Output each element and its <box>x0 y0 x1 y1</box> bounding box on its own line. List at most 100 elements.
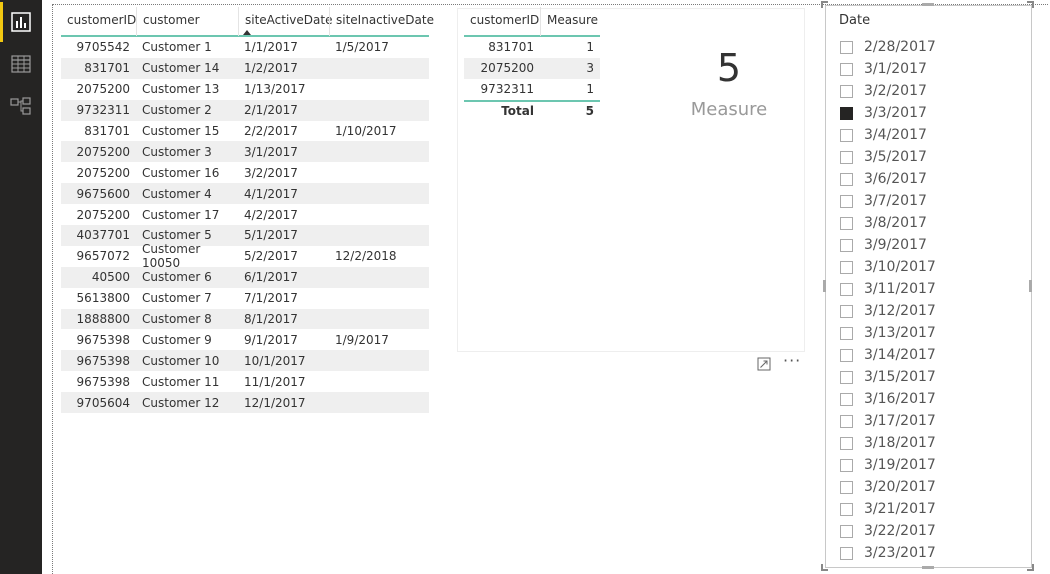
cell-customer: Customer 7 <box>142 291 212 306</box>
slicer-item[interactable]: 3/12/2017 <box>826 300 1031 322</box>
checkbox-icon[interactable] <box>840 546 853 560</box>
slicer-item[interactable]: 3/21/2017 <box>826 498 1031 520</box>
slicer-item[interactable]: 3/22/2017 <box>826 520 1031 542</box>
column-header-siteactivedate[interactable]: siteActiveDate <box>238 7 332 36</box>
slicer-item[interactable]: 3/1/2017 <box>826 58 1031 80</box>
relationships-view-button[interactable] <box>0 86 42 126</box>
checkbox-icon[interactable] <box>840 458 853 472</box>
slicer-item[interactable]: 3/10/2017 <box>826 256 1031 278</box>
resize-handle-top[interactable] <box>922 3 934 6</box>
slicer-item[interactable]: 3/17/2017 <box>826 410 1031 432</box>
total-value: 5 <box>585 104 594 119</box>
resize-handle-bottom-right[interactable] <box>1027 564 1034 571</box>
checkbox-icon[interactable] <box>840 502 853 516</box>
slicer-item[interactable]: 3/6/2017 <box>826 168 1031 190</box>
cell-customer: Customer 13 <box>142 82 220 97</box>
checkbox-icon[interactable] <box>840 480 853 494</box>
checkbox-icon[interactable] <box>840 172 853 186</box>
data-view-button[interactable] <box>0 44 42 84</box>
more-options-icon[interactable]: ··· <box>783 353 801 372</box>
table-row[interactable]: 831701 Customer 14 1/2/2017 <box>61 57 429 79</box>
checkbox-icon[interactable] <box>840 524 853 538</box>
table-row[interactable]: 9675600 Customer 4 4/1/2017 <box>61 183 429 205</box>
cell-customerid: 831701 <box>84 61 130 76</box>
report-view-button[interactable] <box>0 2 42 42</box>
table-row[interactable]: 2075200 3 <box>464 57 600 79</box>
table-row[interactable]: 2075200 Customer 3 3/1/2017 <box>61 141 429 163</box>
column-header-measure[interactable]: Measure <box>540 7 600 36</box>
table-row[interactable]: 40500 Customer 6 6/1/2017 <box>61 266 429 288</box>
checkbox-icon[interactable] <box>840 326 853 340</box>
table-row[interactable]: 9675398 Customer 10 10/1/2017 <box>61 350 429 372</box>
slicer-item[interactable]: 3/11/2017 <box>826 278 1031 300</box>
checkbox-icon[interactable] <box>840 84 853 98</box>
checkbox-icon[interactable] <box>840 414 853 428</box>
slicer-item[interactable]: 3/14/2017 <box>826 344 1031 366</box>
column-header-customerid-2[interactable]: customerID <box>464 7 540 36</box>
measure-table[interactable]: customerID Measure 831701 1 2075200 3 973231… <box>464 7 600 121</box>
checkbox-icon[interactable] <box>840 194 853 208</box>
checkbox-icon[interactable] <box>840 150 853 164</box>
table-row[interactable]: 9657072 Customer 10050 5/2/2017 12/2/2018 <box>61 242 429 270</box>
column-header-customerid[interactable]: customerID <box>61 7 136 36</box>
focus-mode-icon[interactable] <box>757 357 771 371</box>
table-row[interactable]: 2075200 Customer 17 4/2/2017 <box>61 204 429 225</box>
slicer-item[interactable]: 3/16/2017 <box>826 388 1031 410</box>
resize-handle-right[interactable] <box>1029 280 1032 292</box>
table-row[interactable]: 9705542 Customer 1 1/1/2017 1/5/2017 <box>61 37 429 58</box>
checkbox-icon[interactable] <box>840 436 853 450</box>
slicer-item[interactable]: 3/20/2017 <box>826 476 1031 498</box>
slicer-item-label: 3/11/2017 <box>864 281 936 297</box>
slicer-item[interactable]: 3/13/2017 <box>826 322 1031 344</box>
slicer-item[interactable]: 3/9/2017 <box>826 234 1031 256</box>
table-row[interactable]: 9705604 Customer 12 12/1/2017 <box>61 392 429 414</box>
slicer-item[interactable]: 3/23/2017 <box>826 542 1031 564</box>
checkbox-icon[interactable] <box>840 62 853 76</box>
checkbox-icon[interactable] <box>840 238 853 252</box>
table-row[interactable]: 9675398 Customer 11 11/1/2017 <box>61 371 429 392</box>
table-row[interactable]: 5613800 Customer 7 7/1/2017 <box>61 288 429 309</box>
column-header-customer[interactable]: customer <box>136 7 238 36</box>
checkbox-icon[interactable] <box>840 370 853 384</box>
slicer-item[interactable]: 3/2/2017 <box>826 80 1031 102</box>
resize-handle-bottom-left[interactable] <box>821 564 828 571</box>
checkbox-icon[interactable] <box>840 348 853 362</box>
slicer-item[interactable]: 3/4/2017 <box>826 124 1031 146</box>
table-row[interactable]: 9675398 Customer 9 9/1/2017 1/9/2017 <box>61 329 429 350</box>
checkbox-icon[interactable] <box>840 304 853 318</box>
checkbox-icon[interactable] <box>840 216 853 230</box>
slicer-item[interactable]: 3/5/2017 <box>826 146 1031 168</box>
slicer-item[interactable]: 3/8/2017 <box>826 212 1031 234</box>
slicer-item[interactable]: 3/19/2017 <box>826 454 1031 476</box>
table-row[interactable]: 2075200 Customer 13 1/13/2017 <box>61 79 429 100</box>
checkbox-icon[interactable] <box>840 128 853 142</box>
table-row[interactable]: 831701 1 <box>464 37 600 58</box>
resize-handle-bottom[interactable] <box>922 566 934 569</box>
slicer-item[interactable]: 3/7/2017 <box>826 190 1031 212</box>
cell-customerid: 9732311 <box>480 82 534 97</box>
date-slicer[interactable]: Date 2/28/2017 3/1/2017 3/2/2017 3/3/2017 3/… <box>825 5 1032 568</box>
slicer-item[interactable]: 3/15/2017 <box>826 366 1031 388</box>
table-row[interactable]: 9732311 1 <box>464 79 600 100</box>
checkbox-checked-icon[interactable] <box>840 106 853 120</box>
column-header-siteinactivedate[interactable]: siteInactiveDate <box>329 7 434 36</box>
table-row[interactable]: 9732311 Customer 2 2/1/2017 <box>61 99 429 121</box>
slicer-item[interactable]: 2/28/2017 <box>826 36 1031 58</box>
customer-table[interactable]: customerID customer siteActiveDate siteI… <box>61 7 434 414</box>
cell-customer: Customer 5 <box>142 228 212 243</box>
table-row[interactable]: 2075200 Customer 16 3/2/2017 <box>61 162 429 183</box>
slicer-item-label: 3/14/2017 <box>864 347 936 363</box>
checkbox-icon[interactable] <box>840 40 853 54</box>
table-row[interactable]: 4037701 Customer 5 5/1/2017 <box>61 225 429 246</box>
slicer-item[interactable]: 3/3/2017 <box>826 102 1031 124</box>
slicer-item-label: 3/3/2017 <box>864 105 927 121</box>
checkbox-icon[interactable] <box>840 282 853 296</box>
checkbox-icon[interactable] <box>840 392 853 406</box>
resize-handle-top-left[interactable] <box>821 1 828 8</box>
table-row[interactable]: 831701 Customer 15 2/2/2017 1/10/2017 <box>61 121 429 142</box>
resize-handle-left[interactable] <box>823 280 826 292</box>
table-row[interactable]: 1888800 Customer 8 8/1/2017 <box>61 308 429 330</box>
slicer-item[interactable]: 3/18/2017 <box>826 432 1031 454</box>
checkbox-icon[interactable] <box>840 260 853 274</box>
resize-handle-top-right[interactable] <box>1027 1 1034 8</box>
